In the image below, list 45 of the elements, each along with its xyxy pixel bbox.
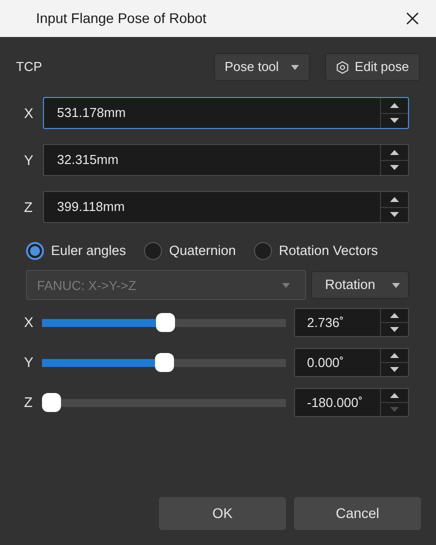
axis-label: X <box>24 104 34 122</box>
rotation-mode-radio[interactable]: Euler angles <box>26 241 126 262</box>
angle-field[interactable]: 2.736˚ <box>294 308 409 338</box>
hexagon-icon <box>336 60 349 74</box>
slider[interactable] <box>42 353 286 372</box>
slider-thumb[interactable] <box>42 393 61 412</box>
position-field[interactable]: 531.178mm <box>43 97 409 129</box>
angle-field[interactable]: 0.000˚ <box>294 348 409 378</box>
angle-field[interactable]: -180.000˚ <box>294 388 409 418</box>
down-arrow-icon <box>390 367 399 372</box>
rotation-dropdown[interactable]: Rotation <box>311 271 409 300</box>
close-icon <box>406 12 418 25</box>
position-field[interactable]: 399.118mm <box>43 191 409 223</box>
window-title: Input Flange Pose of Robot <box>36 9 206 28</box>
rotation-mode-radio[interactable]: Rotation Vectors <box>254 241 378 262</box>
up-arrow-icon <box>390 313 399 318</box>
edit-pose-button[interactable]: Edit pose <box>324 53 420 81</box>
tcp-label: TCP <box>16 58 43 76</box>
caret-icon <box>392 282 400 288</box>
axis-label: X <box>24 313 34 332</box>
caret-icon <box>290 64 299 70</box>
down-arrow-icon <box>390 407 399 412</box>
up-arrow-icon <box>390 102 399 108</box>
axis-label: Z <box>24 198 34 216</box>
axis-label: Y <box>24 353 34 372</box>
slider[interactable] <box>42 393 286 412</box>
up-arrow-icon <box>390 150 399 155</box>
pose-tool-dropdown[interactable]: Pose tool <box>214 53 310 81</box>
down-arrow-icon <box>390 212 399 218</box>
caret-icon <box>282 282 290 288</box>
up-arrow-icon <box>390 353 399 358</box>
rotation-mode-radio[interactable]: Quaternion <box>144 241 236 262</box>
slider-thumb[interactable] <box>156 313 176 332</box>
up-arrow-icon <box>390 196 399 202</box>
position-field[interactable]: 32.315mm <box>43 144 409 176</box>
dialog-button[interactable]: Cancel <box>294 497 421 530</box>
axis-label: Y <box>24 150 34 170</box>
down-arrow-icon <box>390 327 399 332</box>
dialog-button[interactable]: OK <box>159 497 286 530</box>
down-arrow-icon <box>390 118 399 124</box>
up-arrow-icon <box>390 393 399 398</box>
down-arrow-icon <box>390 165 399 170</box>
slider[interactable] <box>42 313 286 332</box>
slider-thumb[interactable] <box>154 353 174 372</box>
axis-label: Z <box>24 393 34 412</box>
